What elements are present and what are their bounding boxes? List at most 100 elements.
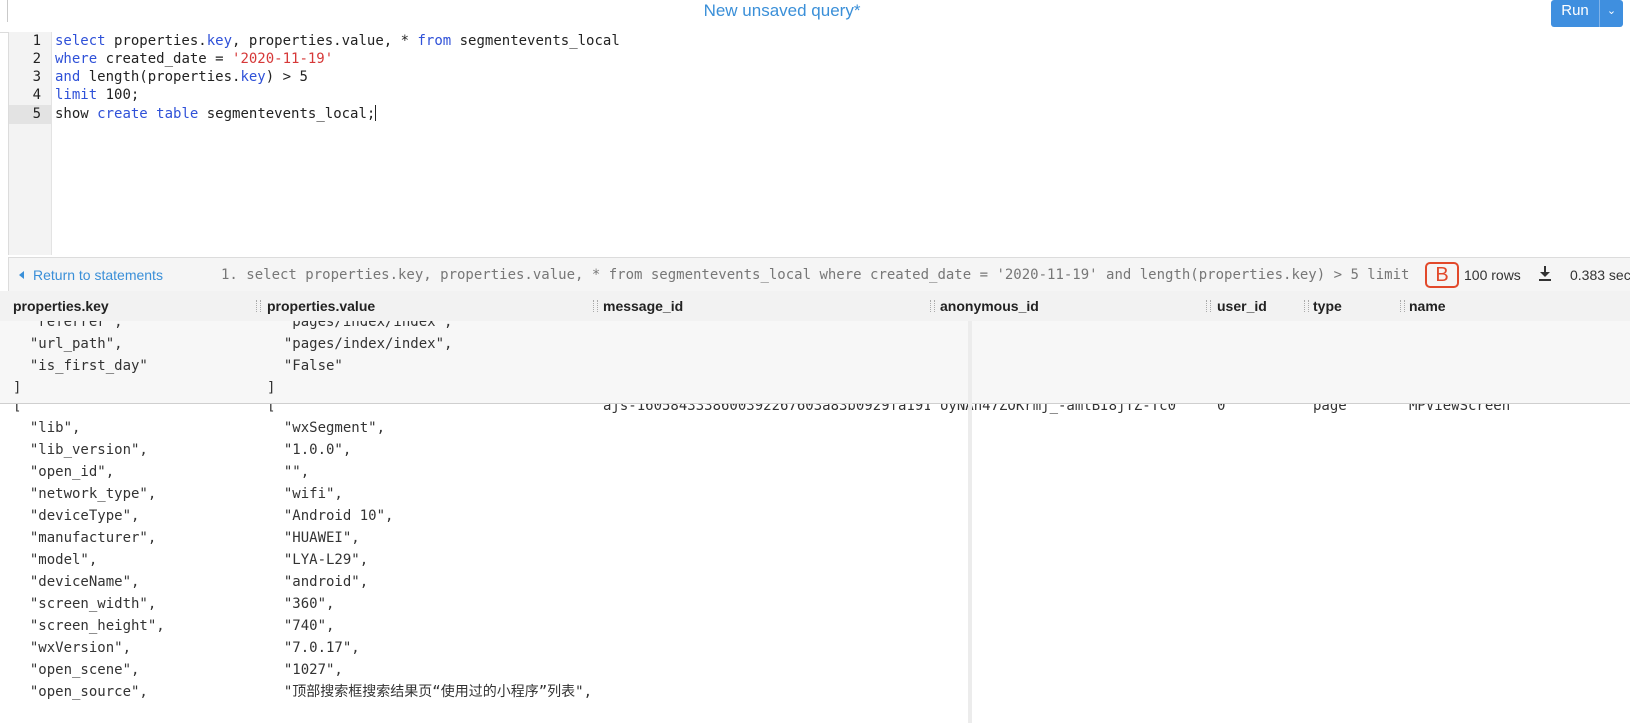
return-to-statements-link[interactable]: Return to statements <box>19 267 163 283</box>
column-resize-handle[interactable] <box>930 300 935 312</box>
cell-line: "url_path", <box>13 336 123 352</box>
cell-line: "HUAWEI", <box>267 530 360 546</box>
cell-line: "wifi", <box>267 486 343 502</box>
cell-line: "lib_version", <box>13 442 148 458</box>
cell-line: "1.0.0", <box>267 442 352 458</box>
sql-keyword: table <box>156 106 199 122</box>
line-number: 2 <box>32 51 41 67</box>
cell-line: "deviceName", <box>13 574 140 590</box>
current-statement[interactable]: 1. select properties.key, properties.val… <box>221 267 1419 283</box>
line-number: 4 <box>32 87 41 103</box>
name-cell[interactable]: MPViewScreen <box>1409 404 1510 417</box>
column-resize-handle[interactable] <box>1206 300 1211 312</box>
caret-left-icon <box>19 271 24 279</box>
type-cell[interactable]: page <box>1313 404 1347 417</box>
sql-text: segmentevents_local <box>451 33 620 49</box>
anonymous-id-cell[interactable]: oyNAn47ZOKrmj_-amtBI8jTZ-Tc0 <box>940 404 1176 417</box>
cell-line: "manufacturer", <box>13 530 157 546</box>
query-title[interactable]: New unsaved query* <box>0 0 1564 22</box>
column-header-properties-key[interactable]: properties.key <box>13 291 109 321</box>
statements-bar: Return to statements 1. select propertie… <box>8 257 1630 293</box>
sql-text: , properties.value, * <box>232 33 418 49</box>
cell-line: "", <box>267 464 310 480</box>
properties-value-cell[interactable]: [ "wxSegment", "1.0.0", "", "wifi", "And… <box>267 404 592 703</box>
sql-text: 100; <box>97 87 140 103</box>
cell-line: "顶部搜索框搜索结果页“使用过的小程序”列表", <box>267 684 592 700</box>
cell-line: "lib", <box>13 420 81 436</box>
cell-line: "pages/index/index", <box>267 336 453 352</box>
execution-time: 0.383 seconds <box>1570 267 1630 283</box>
cell-line: "screen_height", <box>13 618 165 634</box>
sql-keyword: where <box>55 51 98 67</box>
table-row[interactable]: "referrer", "url_path", "is_first_day"] … <box>0 321 1630 404</box>
column-header-type[interactable]: type <box>1313 291 1342 321</box>
user-id-cell[interactable]: 0 <box>1217 404 1225 417</box>
sql-string: '2020-11-19' <box>232 51 334 67</box>
query-header: New unsaved query* Run ⌄ <box>0 0 1630 33</box>
line-number: 3 <box>32 69 41 85</box>
cell-line: [ <box>267 404 276 414</box>
properties-key-cell[interactable]: [ "lib", "lib_version", "open_id", "netw… <box>13 404 165 703</box>
cell-line: "model", <box>13 552 98 568</box>
sql-keyword: key <box>240 69 266 85</box>
column-resize-handle[interactable] <box>593 300 598 312</box>
sql-text: length(properties. <box>80 69 241 85</box>
cell-line: "open_id", <box>13 464 115 480</box>
return-label: Return to statements <box>33 267 163 283</box>
column-header-anonymous-id[interactable]: anonymous_id <box>940 291 1039 321</box>
download-icon[interactable] <box>1538 264 1552 282</box>
line-number-gutter: 1 2 3 4 5 <box>9 32 52 255</box>
line-number: 1 <box>32 33 41 49</box>
cell-line: "open_source", <box>13 684 148 700</box>
cell-line: "pages/index/index", <box>267 321 453 330</box>
cell-line: "wxVersion", <box>13 640 132 656</box>
column-resize-handle[interactable] <box>1400 300 1405 312</box>
column-resize-handle[interactable] <box>1304 300 1309 312</box>
cell-line: "network_type", <box>13 486 157 502</box>
annotation-marker: B <box>1425 262 1459 288</box>
sql-text: properties. <box>105 33 207 49</box>
sql-keyword: and <box>55 69 81 85</box>
run-options-chevron-down-icon[interactable]: ⌄ <box>1599 0 1623 27</box>
cell-line: "open_scene", <box>13 662 140 678</box>
cell-line: "False" <box>267 358 343 374</box>
sql-text: segmentevents_local; <box>198 106 376 122</box>
properties-value-cell[interactable]: "pages/index/index", "pages/index/index"… <box>267 321 452 399</box>
code-line[interactable]: select properties.key, properties.value,… <box>55 32 620 51</box>
cell-line: "referrer", <box>13 321 123 330</box>
row-count: 100 rows <box>1464 267 1521 283</box>
sql-keyword: create <box>97 106 148 122</box>
code-line[interactable]: and length(properties.key) > 5 <box>55 68 308 87</box>
table-row[interactable]: [ "lib", "lib_version", "open_id", "netw… <box>0 404 1630 723</box>
column-header-message-id[interactable]: message_id <box>603 291 683 321</box>
sql-keyword: select <box>55 33 106 49</box>
cell-line: "Android 10", <box>267 508 394 524</box>
sql-keyword: limit <box>55 87 98 103</box>
results-header: properties.key properties.value message_… <box>0 291 1630 322</box>
code-line[interactable]: limit 100; <box>55 86 139 105</box>
cell-line: "wxSegment", <box>267 420 386 436</box>
sql-text: created_date = <box>97 51 233 67</box>
column-header-user-id[interactable]: user_id <box>1217 291 1267 321</box>
message-id-cell[interactable]: ajs-1605843338600392267603a83b0929fa1918… <box>603 404 930 417</box>
cell-line: "7.0.17", <box>267 640 360 656</box>
column-resize-handle[interactable] <box>256 300 261 312</box>
code-line[interactable]: where created_date = '2020-11-19' <box>55 50 333 69</box>
code-line[interactable]: show create table segmentevents_local; <box>55 105 377 124</box>
sql-editor[interactable]: 1 2 3 4 5 select properties.key, propert… <box>8 32 1630 255</box>
cell-line: ] <box>13 380 22 396</box>
column-header-properties-value[interactable]: properties.value <box>267 291 375 321</box>
text-cursor <box>375 105 377 121</box>
line-number-active: 5 <box>9 105 51 124</box>
sql-text: ) > 5 <box>265 69 308 85</box>
cell-line: "1027", <box>267 662 343 678</box>
cell-line: "is_first_day" <box>13 358 148 374</box>
run-button-group: Run ⌄ <box>1551 0 1623 27</box>
run-button[interactable]: Run <box>1551 0 1599 27</box>
cell-line: "LYA-L29", <box>267 552 369 568</box>
frozen-column-divider[interactable] <box>968 321 972 723</box>
cell-line: "android", <box>267 574 369 590</box>
properties-key-cell[interactable]: "referrer", "url_path", "is_first_day"] <box>13 321 148 399</box>
cell-line: "740", <box>267 618 335 634</box>
column-header-name[interactable]: name <box>1409 291 1446 321</box>
